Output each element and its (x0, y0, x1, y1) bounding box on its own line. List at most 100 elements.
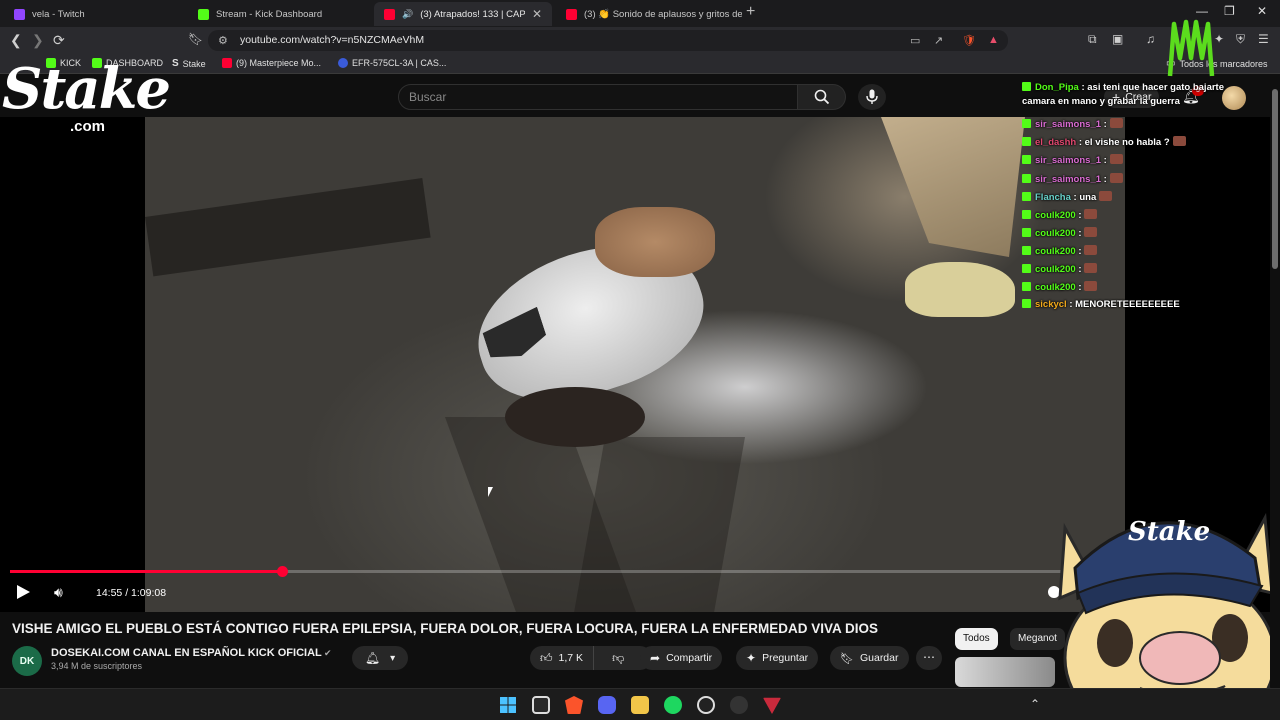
more-actions-button[interactable]: ⋯ (916, 646, 942, 670)
play-icon[interactable] (17, 585, 30, 599)
chat-text: : (1078, 227, 1082, 239)
chat-username[interactable]: coulk200 (1035, 264, 1076, 275)
discord-icon[interactable] (598, 696, 616, 714)
chip-all[interactable]: Todos (955, 628, 998, 650)
bookmark-label: EFR-575CL-3A | CAS... (352, 58, 447, 68)
voice-search-button[interactable] (858, 84, 886, 110)
cast-icon[interactable]: ▭ (910, 34, 920, 47)
chat-username[interactable]: sir_saimons_1 (1035, 174, 1101, 185)
video-title: VISHE AMIGO EL PUEBLO ESTÁ CONTIGO FUERA… (12, 621, 879, 636)
chat-text: : MENORETEEEEEEEEE (1069, 299, 1180, 311)
chat-text: : (1078, 209, 1082, 221)
share-button[interactable]: ➦ Compartir (640, 646, 723, 670)
url-text[interactable]: youtube.com/watch?v=n5NZCMAeVhM (240, 34, 424, 46)
channel-avatar[interactable]: DK (12, 646, 42, 676)
cat-mascot: Stake (1058, 512, 1277, 720)
brave-rewards-icon[interactable]: ▲ (988, 34, 999, 46)
chat-text: : (1103, 119, 1107, 131)
site-info-icon[interactable]: ⚙︎ (218, 34, 228, 47)
close-window-icon[interactable]: ✕ (1257, 4, 1267, 18)
tab-label: vela - Twitch (32, 8, 85, 20)
avatar[interactable] (1222, 86, 1246, 110)
chevron-left-icon[interactable]: ❮ (10, 32, 22, 49)
new-tab-button[interactable]: + (746, 3, 755, 21)
chat-text: : (1103, 173, 1107, 185)
page-scrollbar[interactable] (1270, 75, 1280, 687)
file-explorer-icon[interactable] (631, 696, 649, 714)
chat-username[interactable]: sir_saimons_1 (1035, 119, 1101, 130)
app-icon[interactable] (730, 696, 748, 714)
channel-name[interactable]: DOSEKAI.COM CANAL EN ESPAÑOL KICK OFICIA… (51, 647, 322, 659)
bookmark-casio[interactable]: EFR-575CL-3A | CAS... (338, 58, 446, 68)
chat-emote (1084, 263, 1098, 273)
head-shape (505, 387, 645, 447)
tab-youtube-active[interactable]: 🔊 (3) Atrapados! 133 | CAPÍTULO ✕ (374, 2, 552, 26)
chat-username[interactable]: coulk200 (1035, 228, 1076, 239)
like-button[interactable]: 👍︎ 1,7 K (530, 646, 595, 670)
tab-kick-dashboard[interactable]: Stream - Kick Dashboard (188, 2, 372, 26)
chat-username[interactable]: Don_Pipa (1035, 82, 1079, 93)
chat-username[interactable]: coulk200 (1035, 246, 1076, 257)
chevron-up-icon[interactable]: ⌃ (1030, 697, 1040, 711)
brave-shield-icon[interactable]: 🛡︎ (962, 34, 976, 47)
chat-username[interactable]: coulk200 (1035, 210, 1076, 221)
subscription-bell-button[interactable]: 🔔︎ ▾ (352, 646, 408, 670)
ask-button[interactable]: ✦ Preguntar (736, 646, 819, 670)
chevron-right-icon[interactable]: ❯ (32, 32, 44, 49)
kick-badge-icon (1022, 209, 1031, 219)
chat-message: coulk200 : (1022, 244, 1098, 257)
search-button[interactable] (798, 84, 846, 110)
volume-icon[interactable]: 🔊︎ (54, 584, 63, 601)
save-button[interactable]: 🔖︎ Guardar (830, 646, 909, 670)
menu-icon[interactable]: ☰ (1258, 32, 1269, 46)
search-box[interactable] (398, 84, 798, 110)
youtube-icon (384, 8, 395, 20)
chat-message: sir_saimons_1 : (1022, 172, 1123, 185)
chat-text: : (1078, 264, 1082, 275)
chat-message: coulk200 : (1022, 281, 1098, 293)
ask-label: Preguntar (762, 652, 809, 664)
video-frame[interactable] (145, 117, 1125, 612)
scrubber-handle[interactable] (277, 566, 289, 577)
task-view-icon[interactable] (532, 696, 550, 714)
tab-youtube-applause[interactable]: (3) 👏 Sonido de aplausos y gritos de (556, 2, 742, 26)
chat-username[interactable]: coulk200 (1035, 282, 1076, 293)
brave-browser-icon[interactable] (565, 696, 583, 714)
kick-badge-icon (1022, 282, 1031, 292)
close-tab-icon[interactable]: ✕ (532, 7, 542, 21)
reload-icon[interactable]: ⟳ (53, 32, 65, 49)
audio-playing-icon[interactable]: 🔊 (402, 9, 413, 20)
streamer-app-icon[interactable] (763, 697, 781, 714)
spotify-icon[interactable] (664, 696, 682, 714)
tab-twitch[interactable]: vela - Twitch (4, 2, 188, 26)
chat-username[interactable]: sir_saimons_1 (1035, 155, 1101, 166)
dislike-button[interactable]: 👎︎ (600, 646, 636, 670)
chat-message: coulk200 : (1022, 226, 1098, 239)
obs-icon[interactable] (697, 696, 715, 714)
chat-username[interactable]: sickycl (1035, 299, 1067, 310)
media-icon[interactable]: ♫ (1146, 32, 1155, 46)
restore-icon[interactable]: ❐ (1224, 4, 1235, 18)
chat-message: Don_Pipa : asi teni que hacer gato bajar… (1022, 82, 1224, 93)
kick-badge-icon (1022, 191, 1031, 201)
extensions-icon[interactable]: ⧉ (1088, 32, 1097, 47)
chat-username[interactable]: el_dashh (1035, 137, 1076, 148)
vpn-icon[interactable]: ⛨ (1236, 32, 1245, 47)
tab-label: Stream - Kick Dashboard (216, 8, 323, 20)
scrollbar-thumb[interactable] (1272, 89, 1278, 269)
minimize-icon[interactable]: — (1196, 4, 1208, 18)
subscriber-count: 3,94 M de suscriptores (51, 661, 143, 671)
address-bar[interactable]: ⚙︎ youtube.com/watch?v=n5NZCMAeVhM ▭ ↗ 🛡… (208, 30, 1008, 51)
shoe-shape (905, 262, 1015, 317)
chat-message: sickycl : MENORETEEEEEEEEE (1022, 299, 1180, 310)
time-display: 14:55 / 1:09:08 (96, 587, 167, 599)
bookmark-icon[interactable]: 🔖︎ (188, 32, 203, 46)
windows-start-icon[interactable] (499, 696, 517, 714)
share-icon[interactable]: ↗ (934, 34, 943, 47)
sidebar-icon[interactable]: ▣ (1112, 32, 1123, 46)
chat-username[interactable]: Flancha (1035, 192, 1071, 203)
search-input[interactable] (409, 90, 789, 104)
like-count: 1,7 K (558, 652, 584, 664)
chat-emote (1109, 118, 1123, 129)
bookmark-masterpiece[interactable]: (9) Masterpiece Mo... (222, 58, 321, 68)
